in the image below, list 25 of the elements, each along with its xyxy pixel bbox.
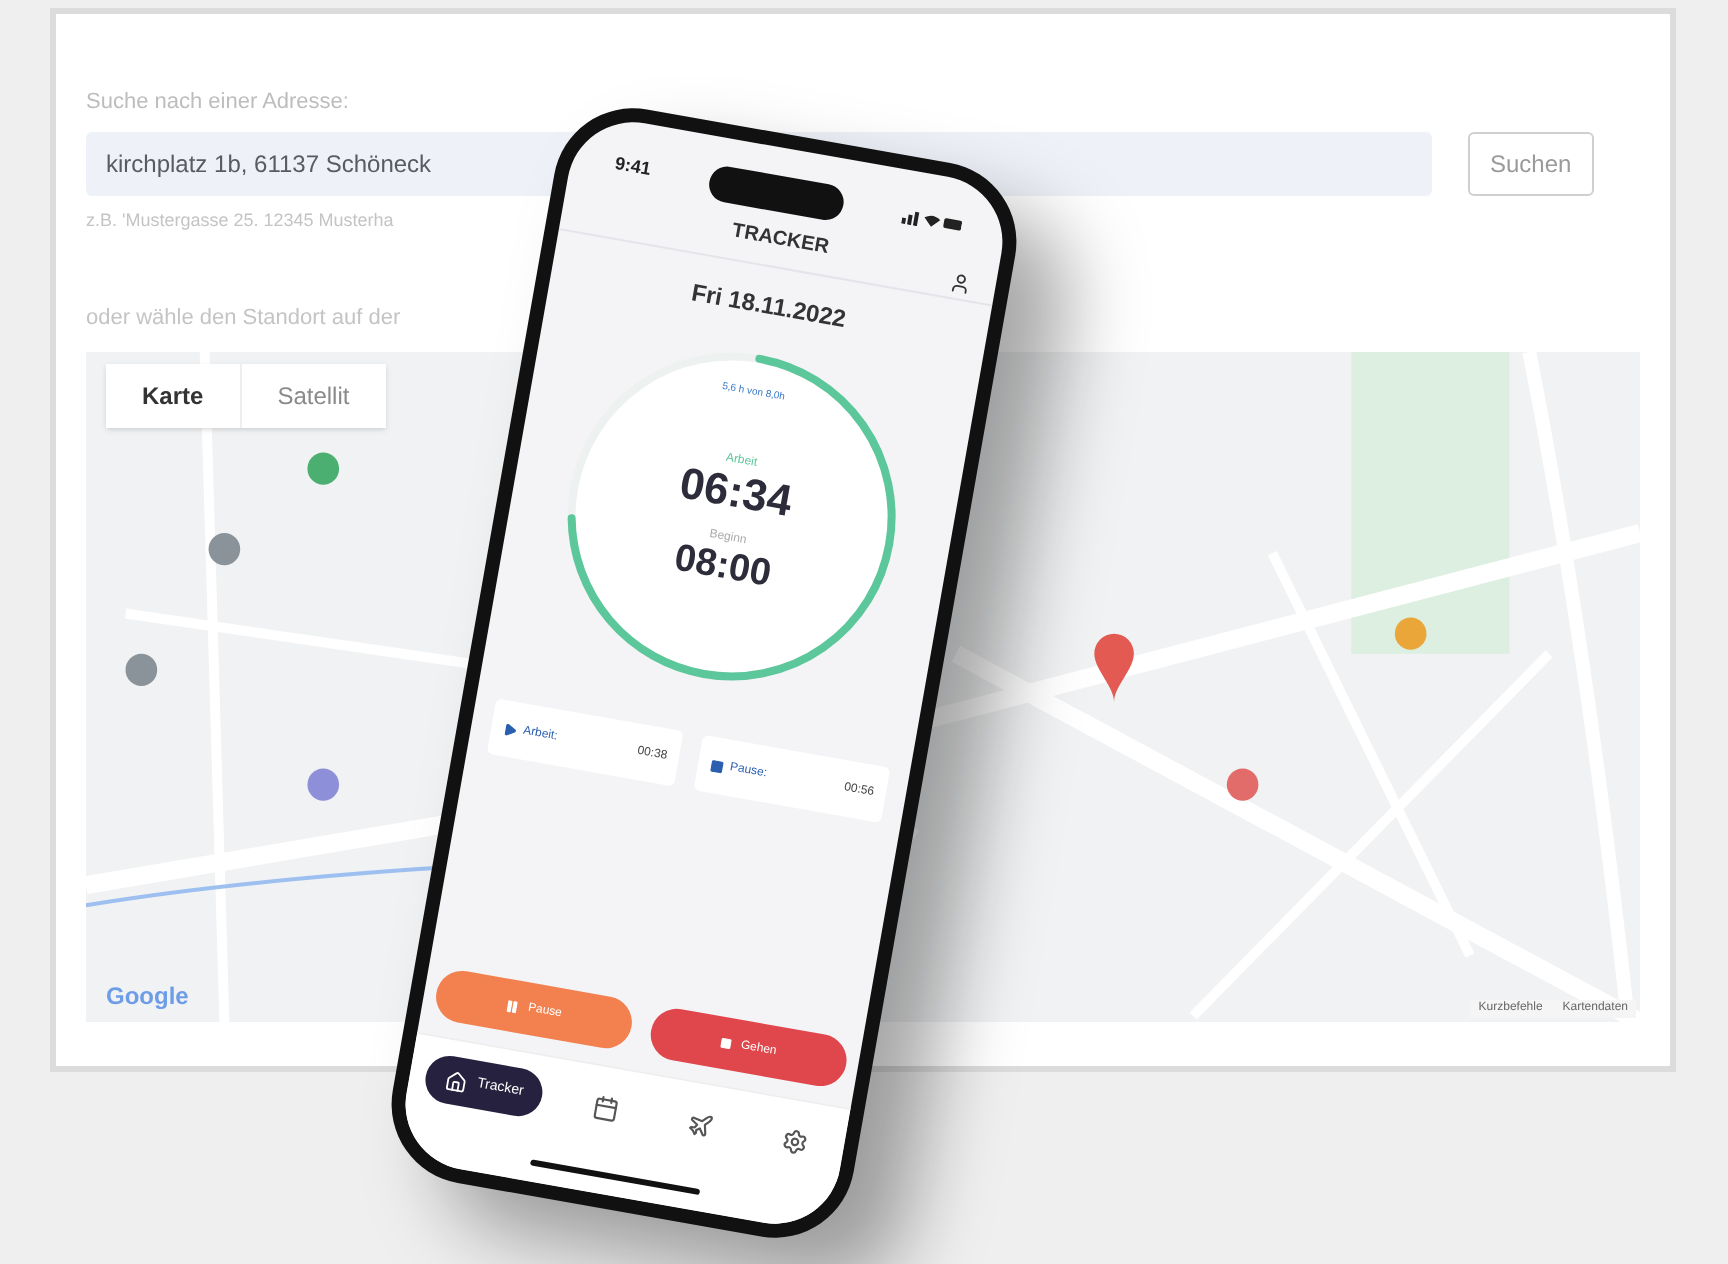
map-prompt: oder wähle den Standort auf der [86,304,401,334]
play-icon [502,721,519,738]
map-pin-icon [307,767,340,800]
map-pin-icon [1394,616,1427,649]
location-marker-icon [1094,632,1134,702]
search-hint: z.B. 'Mustergasse 25. 12345 Musterha [86,207,394,234]
google-logo: Google [106,979,189,1013]
map-type-tab[interactable]: Karte [106,363,240,427]
map-type-tab[interactable]: Satellit [239,363,386,427]
status-icons [901,207,963,234]
map-pin-icon [125,652,158,685]
home-icon [443,1068,470,1094]
search-button[interactable]: Suchen [1468,131,1594,195]
map-pin-icon [307,451,340,484]
calendar-icon [590,1092,621,1123]
stop-icon [709,757,726,774]
map-pin-icon [208,532,241,565]
stop-icon [720,1036,734,1051]
search-label: Suche nach einer Adresse: [86,88,349,118]
settings-icon [780,1125,811,1156]
pause-icon [505,997,522,1015]
map-pin-icon [1226,767,1259,800]
status-time: 9:41 [612,151,653,184]
app-title: TRACKER [729,218,832,263]
date-heading: Fri 18.11.2022 [688,276,849,337]
